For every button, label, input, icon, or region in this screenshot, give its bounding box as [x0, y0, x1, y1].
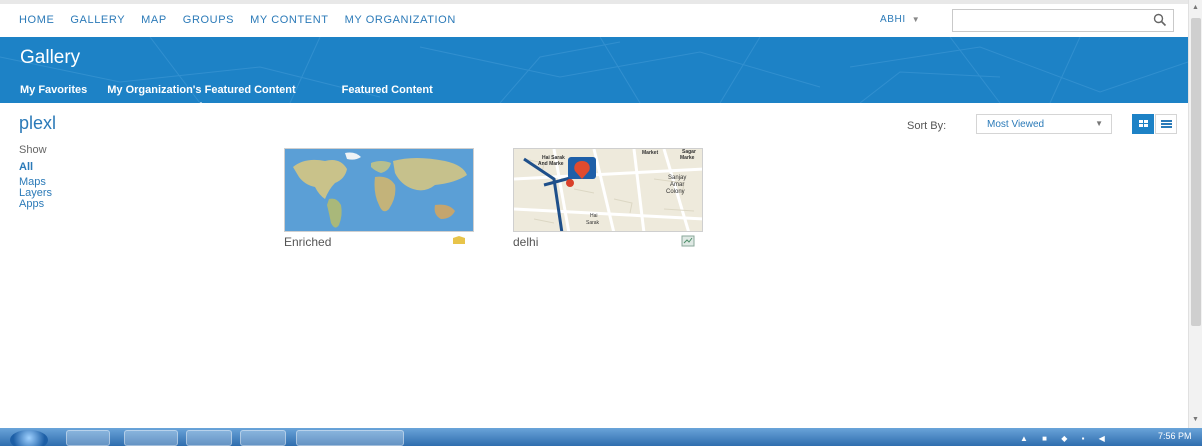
scroll-up-icon[interactable]: ▲	[1192, 4, 1199, 11]
gallery-item-enriched[interactable]: Enriched	[284, 148, 474, 249]
sort-dropdown[interactable]: Most Viewed ▼	[976, 114, 1112, 134]
filter-all[interactable]: All	[19, 162, 52, 173]
grid-view-button[interactable]	[1132, 114, 1154, 134]
nav-map[interactable]: MAP	[141, 14, 167, 26]
map-label: Sarak	[586, 220, 600, 226]
map-label: Market	[642, 150, 658, 156]
start-button-icon[interactable]	[10, 430, 48, 446]
item-title[interactable]: delhi	[513, 235, 538, 249]
nav-groups[interactable]: GROUPS	[183, 14, 234, 26]
web-map-icon	[681, 235, 695, 247]
grid-icon	[1139, 120, 1148, 127]
search-icon[interactable]	[1153, 13, 1167, 27]
map-label: Colony	[666, 189, 685, 195]
search-box	[952, 9, 1174, 32]
taskbar-app-media-icon[interactable]	[186, 430, 232, 446]
map-label: And Marke	[538, 161, 564, 167]
nav-gallery[interactable]: GALLERY	[70, 14, 125, 26]
street-map-thumbnail: Hai Sarak And Marke Market Sagar Marke S…	[514, 149, 702, 231]
user-name: ABHI	[880, 14, 906, 25]
chevron-down-icon: ▼	[1095, 119, 1103, 128]
map-label: Sanjay	[668, 175, 686, 181]
scrollbar-thumb[interactable]	[1191, 18, 1201, 326]
list-icon	[1161, 120, 1172, 128]
map-label: Hai	[590, 213, 598, 219]
gallery-item-delhi[interactable]: Hai Sarak And Marke Market Sagar Marke S…	[513, 148, 703, 249]
page-title: Gallery	[20, 47, 81, 68]
taskbar-app-office-icon[interactable]	[240, 430, 286, 446]
tab-featured-content[interactable]: Featured Content	[342, 84, 433, 96]
sort-label: Sort By:	[907, 120, 947, 132]
system-tray-icons[interactable]: ▲ ■ ◆ ▪ ◀	[1020, 434, 1111, 443]
scroll-down-icon[interactable]: ▼	[1192, 416, 1199, 423]
chevron-down-icon: ▼	[911, 15, 921, 24]
gallery-tabs: My Favorites My Organization's Featured …	[20, 84, 453, 103]
map-label: Marke	[680, 155, 695, 161]
taskbar-app-folder-icon[interactable]	[124, 430, 178, 446]
taskbar-app-ie-icon[interactable]	[66, 430, 110, 446]
os-taskbar: ▲ ■ ◆ ▪ ◀ 7:56 PM	[0, 428, 1202, 446]
nav-links: HOME GALLERY MAP GROUPS MY CONTENT MY OR…	[19, 14, 472, 26]
browser-page: HOME GALLERY MAP GROUPS MY CONTENT MY OR…	[0, 0, 1202, 446]
map-label: Amar	[670, 182, 684, 188]
gallery-banner: Gallery My Favorites My Organization's F…	[0, 37, 1188, 103]
taskbar-clock: 7:56 PM	[1158, 431, 1192, 441]
nav-home[interactable]: HOME	[19, 14, 54, 26]
sort-value: Most Viewed	[987, 119, 1045, 130]
vertical-scrollbar[interactable]: ▲ ▼	[1188, 0, 1202, 428]
top-navigation: HOME GALLERY MAP GROUPS MY CONTENT MY OR…	[0, 0, 1188, 38]
tab-my-organization-featured[interactable]: My Organization's Featured Content	[107, 84, 296, 103]
item-title[interactable]: Enriched	[284, 235, 331, 249]
user-menu[interactable]: ABHI ▼	[880, 14, 920, 25]
item-thumbnail[interactable]: Hai Sarak And Marke Market Sagar Marke S…	[513, 148, 703, 232]
content-filter: Show All Maps Layers Apps	[19, 144, 52, 210]
tab-my-favorites[interactable]: My Favorites	[20, 84, 87, 96]
filter-apps[interactable]: Apps	[19, 199, 52, 210]
filter-show-label: Show	[19, 144, 47, 156]
item-thumbnail[interactable]	[284, 148, 474, 232]
layer-icon	[453, 236, 465, 244]
nav-my-organization[interactable]: MY ORGANIZATION	[345, 14, 456, 26]
world-map-thumbnail	[285, 149, 473, 231]
nav-my-content[interactable]: MY CONTENT	[250, 14, 329, 26]
search-input[interactable]	[953, 10, 1173, 31]
list-view-button[interactable]	[1155, 114, 1177, 134]
organization-name: plexl	[19, 113, 57, 133]
taskbar-app-excel-icon[interactable]	[296, 430, 404, 446]
